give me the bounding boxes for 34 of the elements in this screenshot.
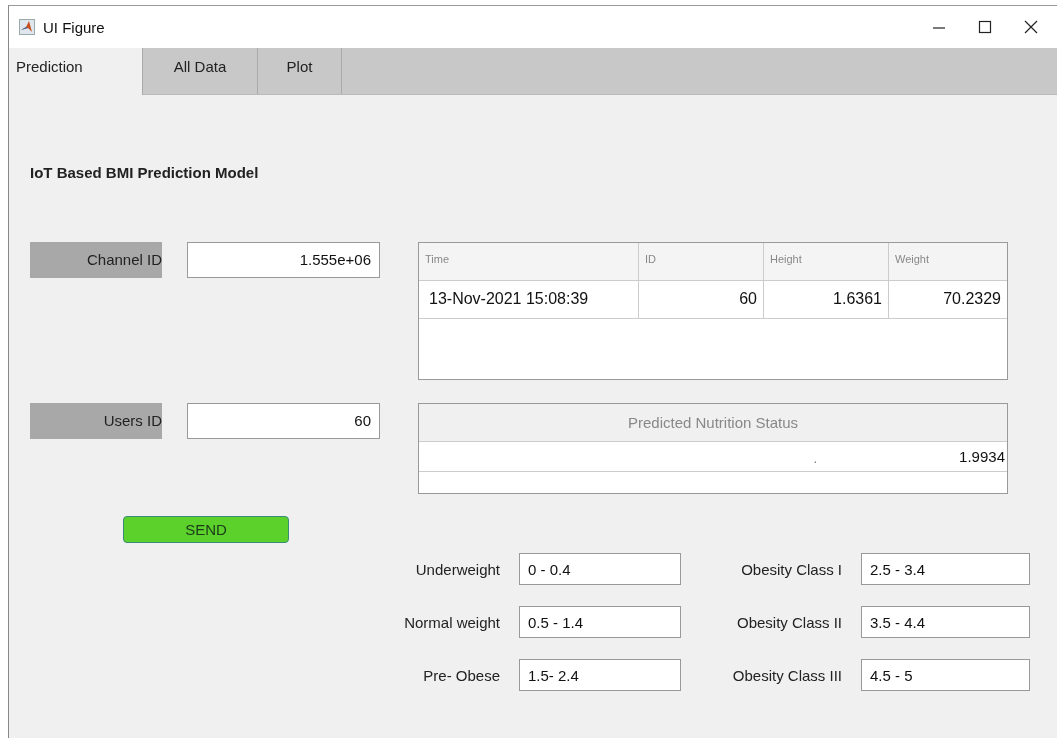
- tab[interactable]: Prediction: [9, 48, 143, 95]
- range-label: Obesity Class III: [731, 666, 842, 684]
- send-button[interactable]: SEND: [123, 516, 289, 543]
- range-field[interactable]: 3.5 - 4.4: [861, 606, 1030, 638]
- table-cell: 13-Nov-2021 15:08:39: [419, 281, 639, 318]
- table-cell-text: .: [812, 450, 818, 468]
- range-label: Normal weight: [403, 613, 500, 631]
- table-cell-text: 70.2329: [942, 289, 1002, 309]
- column-header: Weight: [894, 252, 931, 267]
- window-title: UI Figure: [43, 18, 105, 36]
- range-label: Pre- Obese: [422, 666, 500, 684]
- range-label: Obesity Class II: [735, 613, 842, 631]
- column-header: ID: [639, 243, 764, 280]
- input-field[interactable]: 1.555e+06: [187, 242, 380, 278]
- table-cell: 60: [639, 281, 764, 318]
- field-label: Users ID: [30, 403, 162, 439]
- heading: IoT Based BMI Prediction Model: [30, 164, 260, 181]
- range-label: Obesity Class I: [740, 560, 842, 578]
- field-label: Channel ID: [30, 242, 162, 278]
- range-field[interactable]: 2.5 - 3.4: [861, 553, 1030, 585]
- app-icon: [19, 19, 35, 35]
- table-cell: 1.6361: [764, 281, 889, 318]
- range-label: Underweight: [414, 560, 500, 578]
- range-field[interactable]: 0.5 - 1.4: [519, 606, 681, 638]
- table-cell-text: 1.9934: [958, 447, 1006, 467]
- range-field[interactable]: 1.5- 2.4: [519, 659, 681, 691]
- column-header: Time: [419, 243, 639, 280]
- range-field[interactable]: 4.5 - 5: [861, 659, 1030, 691]
- column-header: Predicted Nutrition Status: [419, 404, 1007, 442]
- input-field[interactable]: 60: [187, 403, 380, 439]
- column-header: Height: [764, 243, 889, 280]
- maximize-icon[interactable]: [977, 19, 993, 35]
- range-field[interactable]: 0 - 0.4: [519, 553, 681, 585]
- close-icon[interactable]: [1023, 19, 1039, 35]
